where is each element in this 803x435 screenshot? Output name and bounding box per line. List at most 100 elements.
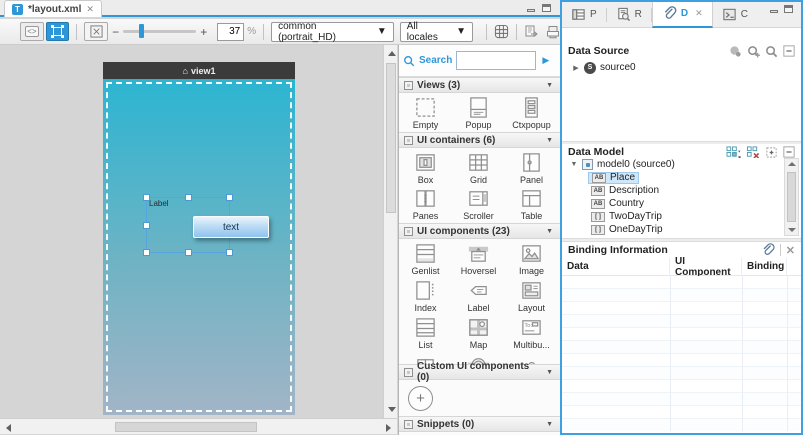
expand-all-icon[interactable] [765, 146, 778, 159]
resize-handle[interactable] [185, 249, 192, 256]
view-body[interactable]: Label text [103, 79, 295, 415]
palette-item-index[interactable]: Index [399, 278, 452, 314]
design-view-button[interactable] [46, 22, 70, 41]
scroll-up-icon[interactable] [388, 51, 396, 56]
scroll-up-icon[interactable] [788, 162, 796, 166]
vertical-scroll-thumb[interactable] [386, 63, 396, 213]
minimize-icon[interactable] [527, 9, 535, 12]
model-field-onedaytrip[interactable]: [ ]OneDayTrip [562, 223, 801, 236]
palette-item-label[interactable]: Label [452, 278, 505, 314]
button-widget[interactable]: text [193, 216, 269, 238]
canvas-vertical-scrollbar[interactable] [383, 45, 397, 418]
chevron-down-icon[interactable]: ▼ [546, 421, 553, 428]
collapse-section-icon[interactable] [783, 45, 795, 57]
zoom-level-input[interactable] [217, 23, 244, 41]
resize-handle[interactable] [226, 249, 233, 256]
zoom-out-button[interactable]: − [112, 25, 119, 39]
palette-item-map[interactable]: Map [452, 315, 505, 351]
scroll-right-icon[interactable] [386, 424, 391, 432]
model-field-country[interactable]: ABCountry [562, 197, 801, 210]
zoom-in-button[interactable]: + [200, 25, 207, 39]
binding-table-body[interactable] [562, 276, 801, 431]
connect-source-icon[interactable] [729, 45, 742, 58]
panel-tab-c[interactable]: C [713, 2, 757, 28]
palette-section-containers[interactable]: UI containers (6) ▼ [399, 132, 560, 148]
model-field-place[interactable]: ABPlace [562, 171, 801, 184]
maximize-icon[interactable] [542, 4, 551, 12]
search-source-icon[interactable] [765, 45, 778, 58]
zoom-slider-thumb[interactable] [139, 24, 144, 38]
palette-item-list[interactable]: List [399, 315, 452, 351]
expander-icon[interactable]: ▶ [572, 64, 580, 72]
palette-section-custom[interactable]: Custom UI components (0) ▼ [399, 364, 560, 380]
data-model-root[interactable]: ▼model0 (source0) [562, 158, 801, 171]
palette-item-multibu[interactable]: To:Multibu... [505, 315, 558, 351]
palette-item-empty[interactable]: Empty [399, 95, 452, 131]
palette-item-scroller[interactable]: Scroller [452, 186, 505, 222]
panel-tab-r[interactable]: R [607, 2, 651, 28]
palette-item-grid[interactable]: Grid [452, 150, 505, 186]
binding-column-binding[interactable]: Binding [742, 258, 787, 276]
model-field-inner[interactable]: [ ]OneDayTrip [588, 224, 666, 236]
chevron-down-icon[interactable]: ▼ [546, 369, 553, 376]
palette-item-ctxpopup[interactable]: Ctxpopup [505, 95, 558, 131]
data-model-scrollbar[interactable] [784, 158, 799, 236]
resize-handle[interactable] [226, 194, 233, 201]
maximize-icon[interactable] [784, 5, 793, 13]
scroll-down-icon[interactable] [388, 407, 396, 412]
palette-section-components[interactable]: UI components (23) ▼ [399, 223, 560, 239]
chevron-down-icon[interactable]: ▼ [546, 137, 553, 144]
grid-toggle-button[interactable] [494, 24, 509, 39]
binding-column-data[interactable]: Data [562, 258, 670, 276]
palette-item-genlist[interactable]: Genlist [399, 241, 452, 277]
preview-on-device-button[interactable] [546, 25, 560, 39]
binding-column-ui-component[interactable]: UI Component [670, 258, 742, 276]
close-icon[interactable]: ✕ [695, 8, 703, 19]
palette-item-panes[interactable]: Panes [399, 186, 452, 222]
palette-item-box[interactable]: Box [399, 150, 452, 186]
palette-item-panel[interactable]: Panel [505, 150, 558, 186]
panel-tab-d[interactable]: D✕ [652, 2, 713, 28]
palette-section-snippets[interactable]: Snippets (0) ▼ [399, 416, 560, 432]
model-field-inner[interactable]: ABPlace [588, 172, 639, 184]
zoom-slider[interactable] [123, 30, 196, 33]
remove-model-icon[interactable] [746, 146, 760, 159]
design-canvas[interactable]: ⌂ view1 Label [0, 45, 397, 418]
editor-tab-layout-xml[interactable]: T *layout.xml ✕ [4, 0, 102, 17]
configuration-dropdown[interactable]: common (portrait_HD) ▼ [271, 22, 394, 42]
search-go-icon[interactable]: ▶ [542, 55, 549, 66]
model-field-description[interactable]: ABDescription [562, 184, 801, 197]
scroll-down-icon[interactable] [788, 228, 796, 232]
add-custom-component-button[interactable]: + [408, 386, 433, 411]
model-field-inner[interactable]: ABCountry [588, 198, 647, 210]
panel-tab-p[interactable]: P [562, 2, 606, 28]
palette-item-table[interactable]: Table [505, 186, 558, 222]
close-icon[interactable]: ✕ [86, 4, 94, 15]
resize-handle[interactable] [143, 249, 150, 256]
model-field-inner[interactable]: [ ]TwoDayTrip [588, 211, 665, 223]
source-view-button[interactable]: <> [20, 22, 44, 41]
palette-item-layout[interactable]: Layout [505, 278, 558, 314]
scroll-thumb[interactable] [787, 172, 796, 222]
model-field-inner[interactable]: ABDescription [588, 185, 662, 197]
palette-search-input[interactable] [456, 51, 536, 70]
palette-section-views[interactable]: Views (3) ▼ [399, 77, 560, 93]
resize-handle[interactable] [143, 222, 150, 229]
palette-item-image[interactable]: Image [505, 241, 558, 277]
canvas-horizontal-scrollbar[interactable] [0, 418, 397, 434]
expander-icon[interactable]: ▼ [570, 161, 578, 168]
model-field-twodaytrip[interactable]: [ ]TwoDayTrip [562, 210, 801, 223]
palette-item-popup[interactable]: Popup [452, 95, 505, 131]
paperclip-icon[interactable] [761, 243, 775, 257]
clear-bindings-icon[interactable]: ✕ [786, 244, 795, 257]
resize-handle[interactable] [185, 194, 192, 201]
palette-item-hoversel[interactable]: Hoversel [452, 241, 505, 277]
fit-to-screen-button[interactable] [84, 22, 108, 41]
chevron-down-icon[interactable]: ▼ [546, 228, 553, 235]
scroll-left-icon[interactable] [6, 424, 11, 432]
horizontal-scroll-thumb[interactable] [115, 422, 257, 432]
resize-handle[interactable] [143, 194, 150, 201]
add-source-icon[interactable] [747, 45, 760, 58]
add-model-icon[interactable] [726, 146, 741, 159]
collapse-section-icon[interactable] [783, 146, 795, 158]
